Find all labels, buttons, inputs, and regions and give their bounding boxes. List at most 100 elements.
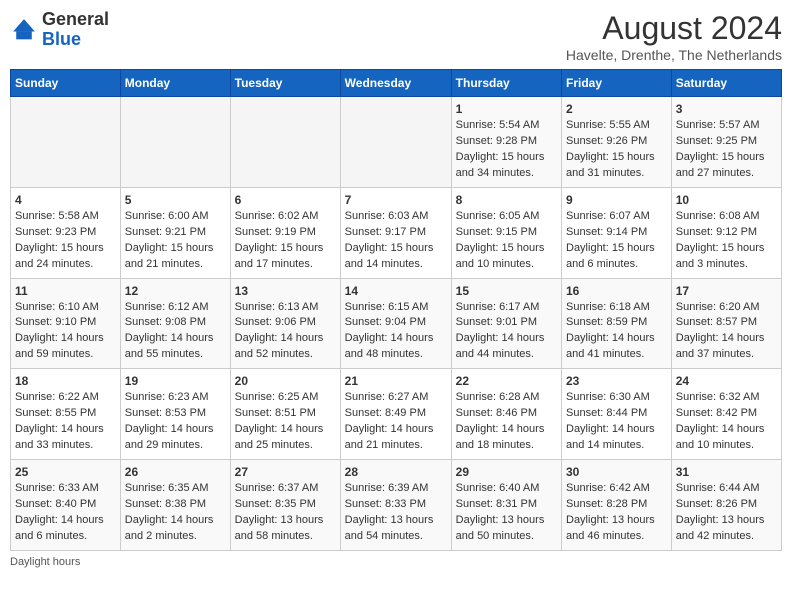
calendar-header-tuesday: Tuesday — [230, 70, 340, 97]
calendar-header-thursday: Thursday — [451, 70, 561, 97]
day-number: 8 — [456, 193, 557, 207]
calendar-week-4: 18 Sunrise: 6:22 AMSunset: 8:55 PMDayligh… — [11, 369, 782, 460]
day-info: Sunrise: 6:30 AMSunset: 8:44 PMDaylight:… — [566, 390, 667, 454]
day-info: Sunrise: 6:18 AMSunset: 8:59 PMDaylight:… — [566, 300, 667, 364]
calendar-cell: 16 Sunrise: 6:18 AMSunset: 8:59 PMDayligh… — [562, 278, 672, 369]
calendar-cell: 9 Sunrise: 6:07 AMSunset: 9:14 PMDaylight… — [562, 187, 672, 278]
day-number: 26 — [125, 465, 226, 479]
day-info: Sunrise: 6:27 AMSunset: 8:49 PMDaylight:… — [345, 390, 447, 454]
day-number: 10 — [676, 193, 777, 207]
calendar-cell — [11, 97, 121, 188]
calendar-cell: 30 Sunrise: 6:42 AMSunset: 8:28 PMDayligh… — [562, 460, 672, 551]
calendar-cell: 18 Sunrise: 6:22 AMSunset: 8:55 PMDayligh… — [11, 369, 121, 460]
day-info: Sunrise: 6:22 AMSunset: 8:55 PMDaylight:… — [15, 390, 116, 454]
day-number: 21 — [345, 374, 447, 388]
calendar-week-5: 25 Sunrise: 6:33 AMSunset: 8:40 PMDayligh… — [11, 460, 782, 551]
calendar-header-friday: Friday — [562, 70, 672, 97]
day-info: Sunrise: 5:54 AMSunset: 9:28 PMDaylight:… — [456, 118, 557, 182]
calendar-cell: 8Sunrise: 6:05 AMSunset: 9:15 PMDaylight… — [451, 187, 561, 278]
calendar-header-saturday: Saturday — [671, 70, 781, 97]
logo-general: General — [42, 9, 109, 29]
calendar-cell: 31 Sunrise: 6:44 AMSunset: 8:26 PMDayligh… — [671, 460, 781, 551]
calendar-week-3: 11 Sunrise: 6:10 AMSunset: 9:10 PMDayligh… — [11, 278, 782, 369]
header: General Blue August 2024 Havelte, Drenth… — [10, 10, 782, 63]
calendar-header-wednesday: Wednesday — [340, 70, 451, 97]
day-number: 22 — [456, 374, 557, 388]
day-number: 13 — [235, 284, 336, 298]
logo-text: General Blue — [42, 10, 109, 50]
calendar-cell: 7Sunrise: 6:03 AMSunset: 9:17 PMDaylight… — [340, 187, 451, 278]
calendar-cell: 24 Sunrise: 6:32 AMSunset: 8:42 PMDayligh… — [671, 369, 781, 460]
calendar-cell: 19 Sunrise: 6:23 AMSunset: 8:53 PMDayligh… — [120, 369, 230, 460]
day-number: 3 — [676, 102, 777, 116]
day-info: Sunrise: 6:44 AMSunset: 8:26 PMDaylight:… — [676, 481, 777, 545]
day-number: 17 — [676, 284, 777, 298]
day-number: 15 — [456, 284, 557, 298]
calendar-cell: 27 Sunrise: 6:37 AMSunset: 8:35 PMDayligh… — [230, 460, 340, 551]
calendar-cell: 11 Sunrise: 6:10 AMSunset: 9:10 PMDayligh… — [11, 278, 121, 369]
day-number: 9 — [566, 193, 667, 207]
calendar: SundayMondayTuesdayWednesdayThursdayFrid… — [10, 69, 782, 551]
calendar-cell: 28Sunrise: 6:39 AMSunset: 8:33 PMDayligh… — [340, 460, 451, 551]
day-info: Sunrise: 5:57 AMSunset: 9:25 PMDaylight:… — [676, 118, 777, 182]
day-info: Sunrise: 6:13 AMSunset: 9:06 PMDaylight:… — [235, 300, 336, 364]
calendar-cell: 29 Sunrise: 6:40 AMSunset: 8:31 PMDayligh… — [451, 460, 561, 551]
day-info: Sunrise: 6:17 AMSunset: 9:01 PMDaylight:… — [456, 300, 557, 364]
day-info: Sunrise: 6:32 AMSunset: 8:42 PMDaylight:… — [676, 390, 777, 454]
day-info: Sunrise: 6:39 AMSunset: 8:33 PMDaylight:… — [345, 481, 447, 545]
day-number: 29 — [456, 465, 557, 479]
day-info: Sunrise: 6:25 AMSunset: 8:51 PMDaylight:… — [235, 390, 336, 454]
day-number: 18 — [15, 374, 116, 388]
logo-icon — [10, 16, 38, 44]
day-number: 2 — [566, 102, 667, 116]
day-number: 24 — [676, 374, 777, 388]
day-number: 7 — [345, 193, 447, 207]
day-number: 1 — [456, 102, 557, 116]
day-info: Sunrise: 6:15 AMSunset: 9:04 PMDaylight:… — [345, 300, 447, 364]
day-number: 11 — [15, 284, 116, 298]
calendar-cell: 4Sunrise: 5:58 AMSunset: 9:23 PMDaylight… — [11, 187, 121, 278]
day-number: 30 — [566, 465, 667, 479]
day-number: 16 — [566, 284, 667, 298]
day-info: Sunrise: 6:00 AMSunset: 9:21 PMDaylight:… — [125, 209, 226, 273]
location: Havelte, Drenthe, The Netherlands — [566, 47, 782, 63]
logo-blue: Blue — [42, 29, 81, 49]
calendar-cell: 12 Sunrise: 6:12 AMSunset: 9:08 PMDayligh… — [120, 278, 230, 369]
day-info: Sunrise: 6:02 AMSunset: 9:19 PMDaylight:… — [235, 209, 336, 273]
day-info: Sunrise: 6:12 AMSunset: 9:08 PMDaylight:… — [125, 300, 226, 364]
day-number: 20 — [235, 374, 336, 388]
calendar-header-sunday: Sunday — [11, 70, 121, 97]
calendar-cell: 21 Sunrise: 6:27 AMSunset: 8:49 PMDayligh… — [340, 369, 451, 460]
day-info: Sunrise: 6:07 AMSunset: 9:14 PMDaylight:… — [566, 209, 667, 273]
day-number: 23 — [566, 374, 667, 388]
day-info: Sunrise: 6:33 AMSunset: 8:40 PMDaylight:… — [15, 481, 116, 545]
day-number: 14 — [345, 284, 447, 298]
calendar-cell: 2 Sunrise: 5:55 AMSunset: 9:26 PMDaylight… — [562, 97, 672, 188]
day-number: 25 — [15, 465, 116, 479]
day-number: 27 — [235, 465, 336, 479]
calendar-cell: 3 Sunrise: 5:57 AMSunset: 9:25 PMDaylight… — [671, 97, 781, 188]
calendar-cell: 5 Sunrise: 6:00 AMSunset: 9:21 PMDaylight… — [120, 187, 230, 278]
day-info: Sunrise: 6:10 AMSunset: 9:10 PMDaylight:… — [15, 300, 116, 364]
month-year: August 2024 — [566, 10, 782, 47]
day-number: 31 — [676, 465, 777, 479]
logo: General Blue — [10, 10, 109, 50]
calendar-cell: 6Sunrise: 6:02 AMSunset: 9:19 PMDaylight… — [230, 187, 340, 278]
day-info: Sunrise: 6:20 AMSunset: 8:57 PMDaylight:… — [676, 300, 777, 364]
day-number: 19 — [125, 374, 226, 388]
day-info: Sunrise: 6:42 AMSunset: 8:28 PMDaylight:… — [566, 481, 667, 545]
calendar-cell: 13 Sunrise: 6:13 AMSunset: 9:06 PMDayligh… — [230, 278, 340, 369]
calendar-week-2: 4Sunrise: 5:58 AMSunset: 9:23 PMDaylight… — [11, 187, 782, 278]
day-info: Sunrise: 6:40 AMSunset: 8:31 PMDaylight:… — [456, 481, 557, 545]
day-info: Sunrise: 5:55 AMSunset: 9:26 PMDaylight:… — [566, 118, 667, 182]
calendar-cell: 22Sunrise: 6:28 AMSunset: 8:46 PMDayligh… — [451, 369, 561, 460]
day-number: 12 — [125, 284, 226, 298]
day-info: Sunrise: 6:23 AMSunset: 8:53 PMDaylight:… — [125, 390, 226, 454]
day-info: Sunrise: 6:37 AMSunset: 8:35 PMDaylight:… — [235, 481, 336, 545]
day-number: 5 — [125, 193, 226, 207]
calendar-header-row: SundayMondayTuesdayWednesdayThursdayFrid… — [11, 70, 782, 97]
calendar-cell: 17 Sunrise: 6:20 AMSunset: 8:57 PMDayligh… — [671, 278, 781, 369]
calendar-cell: 1 Sunrise: 5:54 AMSunset: 9:28 PMDaylight… — [451, 97, 561, 188]
calendar-cell: 20 Sunrise: 6:25 AMSunset: 8:51 PMDayligh… — [230, 369, 340, 460]
calendar-cell — [340, 97, 451, 188]
